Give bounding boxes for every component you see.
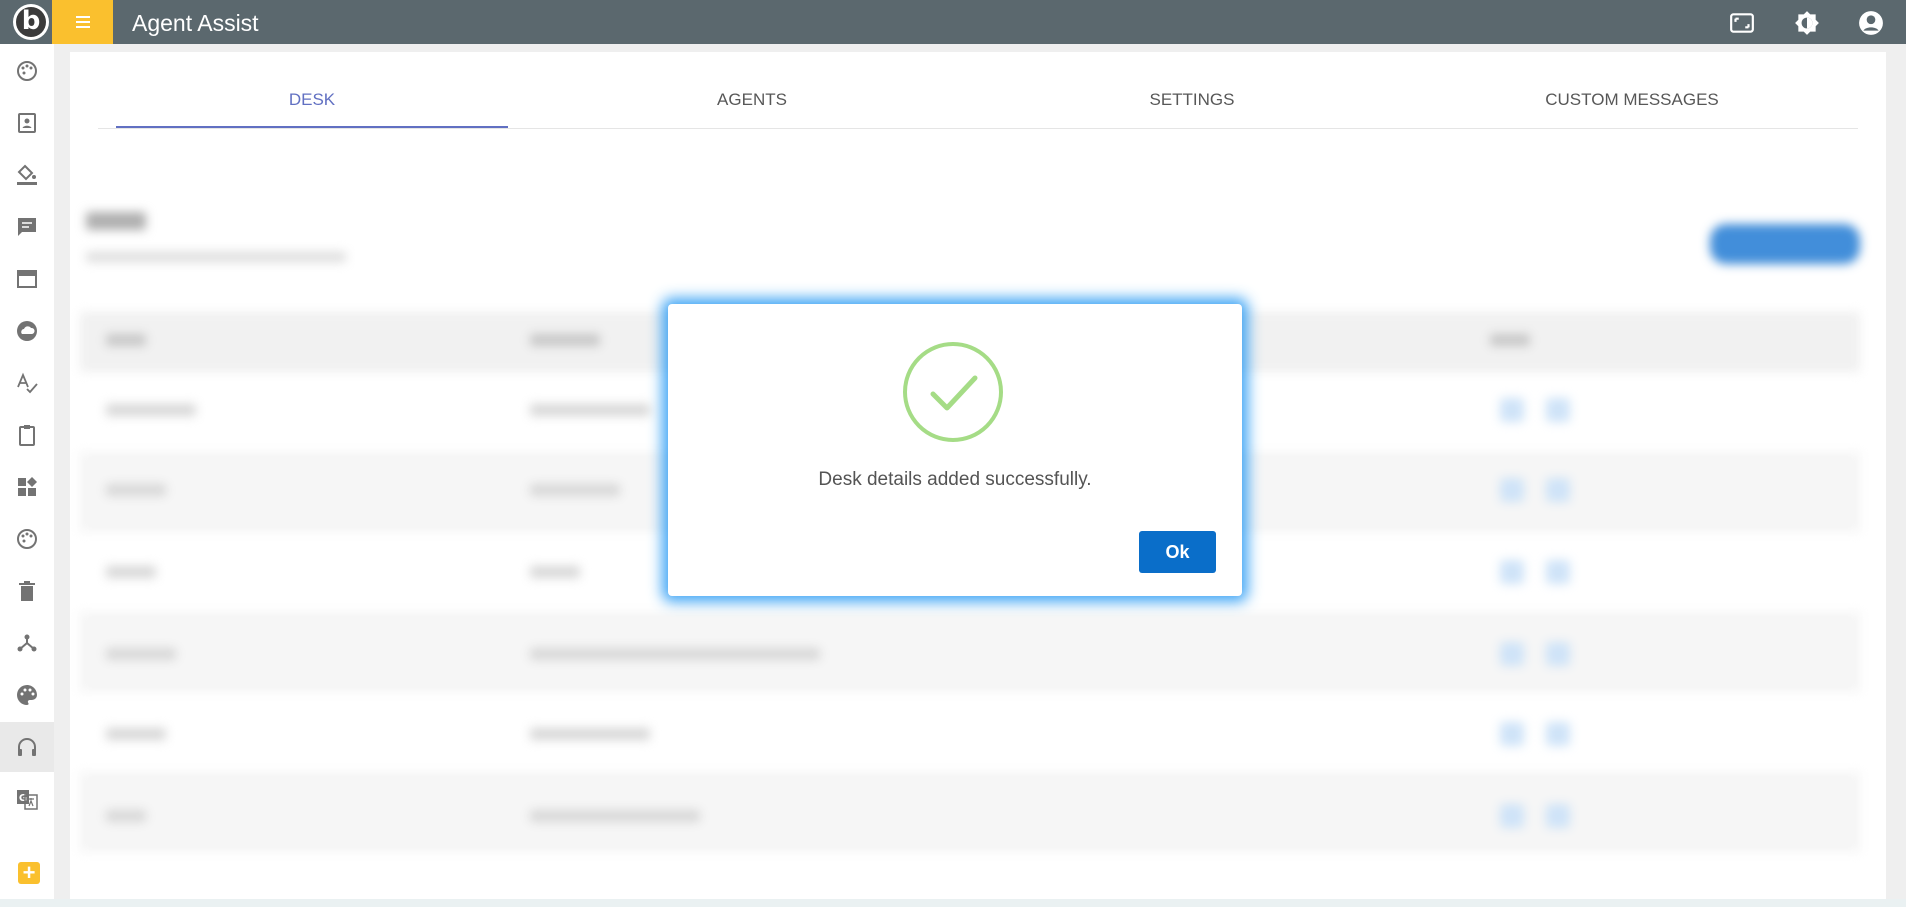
success-check-icon — [903, 342, 1003, 442]
ok-button[interactable]: Ok — [1139, 531, 1216, 573]
dialog-message: Desk details added successfully. — [818, 469, 1092, 490]
success-dialog: Desk details added successfully. Ok — [668, 304, 1242, 596]
